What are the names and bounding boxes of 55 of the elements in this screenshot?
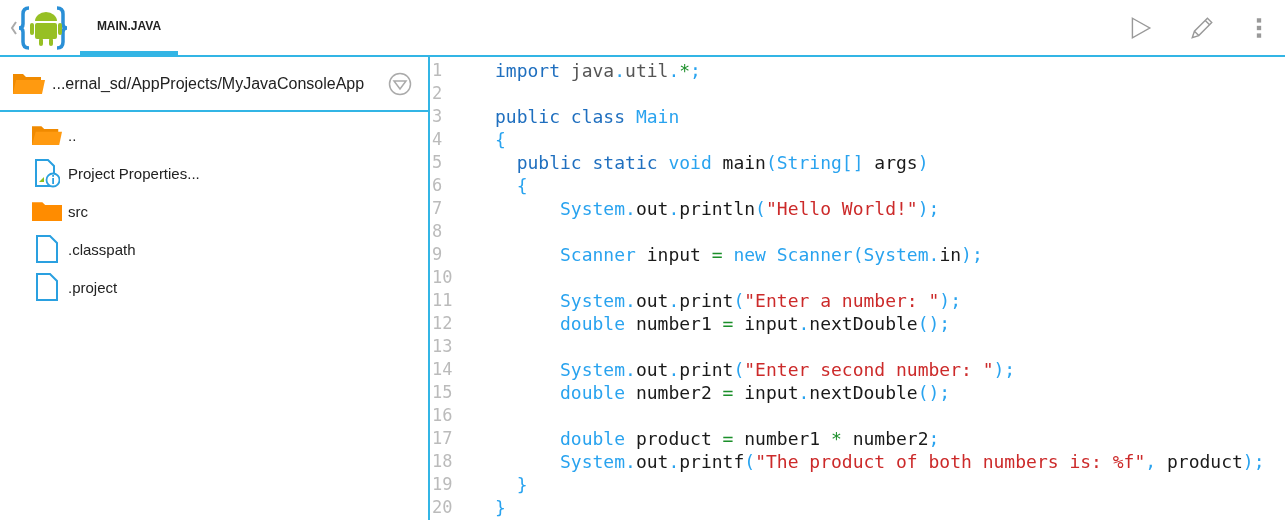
code-line: import java.util.*; (495, 59, 701, 82)
code-line: public static void main(String[] args) (515, 151, 929, 174)
line-number: 12 (431, 312, 454, 335)
file-list-item[interactable]: .. (32, 116, 428, 154)
line-number: 3 (431, 105, 444, 128)
code-line: { (515, 174, 528, 197)
line-number: 17 (431, 427, 454, 450)
properties-file-icon (34, 158, 60, 188)
file-name: src (68, 202, 88, 220)
open-folder-icon (32, 123, 62, 147)
file-icon (34, 234, 60, 264)
line-number: 16 (431, 404, 454, 427)
line-number: 1 (431, 59, 444, 82)
file-icon (34, 272, 60, 302)
code-line: System.out.print("Enter a number: "); (559, 289, 962, 312)
code-line: } (495, 496, 506, 519)
code-line: double product = number1 * number2; (559, 427, 940, 450)
line-number: 7 (431, 197, 444, 220)
line-number: 9 (431, 243, 444, 266)
folder-icon (12, 71, 46, 96)
code-line: } (515, 473, 528, 496)
code-line: System.out.println("Hello World!"); (559, 197, 940, 220)
file-name: Project Properties... (68, 164, 200, 182)
code-line: double number2 = input.nextDouble(); (559, 381, 951, 404)
line-number: 11 (431, 289, 454, 312)
file-list-item[interactable]: Project Properties... (32, 154, 428, 192)
file-list-item[interactable]: src (32, 192, 428, 230)
line-number: 2 (431, 82, 444, 105)
line-number: 8 (431, 220, 444, 243)
code-line: double number1 = input.nextDouble(); (559, 312, 951, 335)
folder-path: ...ernal_sd/AppProjects/MyJavaConsoleApp (52, 74, 366, 93)
line-number: 5 (431, 151, 444, 174)
code-line: System.out.print("Enter second number: "); (559, 358, 1016, 381)
code-line: System.out.printf("The product of both numbers is: %f", product); (559, 450, 1265, 473)
line-number: 10 (431, 266, 454, 289)
file-name: .classpath (68, 240, 136, 258)
code-line: Scanner input = new Scanner(System.in); (559, 243, 983, 266)
file-tab[interactable]: MAIN.JAVA (80, 0, 178, 55)
code-line: { (495, 128, 506, 151)
file-list-item[interactable]: .classpath (32, 230, 428, 268)
line-number: 13 (431, 335, 454, 358)
line-number: 4 (431, 128, 444, 151)
line-number: 19 (431, 473, 454, 496)
line-number: 18 (431, 450, 454, 473)
line-number: 6 (431, 174, 444, 197)
dropdown-icon[interactable] (388, 71, 412, 96)
line-number: 20 (431, 496, 454, 519)
file-name: .project (68, 278, 118, 296)
file-list-item[interactable]: .project (32, 268, 428, 306)
code-line: public class Main (495, 105, 680, 128)
line-number: 14 (431, 358, 454, 381)
folder-icon (32, 199, 62, 223)
file-name: .. (68, 126, 77, 144)
line-number: 15 (431, 381, 454, 404)
pencil-icon[interactable] (1189, 14, 1215, 41)
